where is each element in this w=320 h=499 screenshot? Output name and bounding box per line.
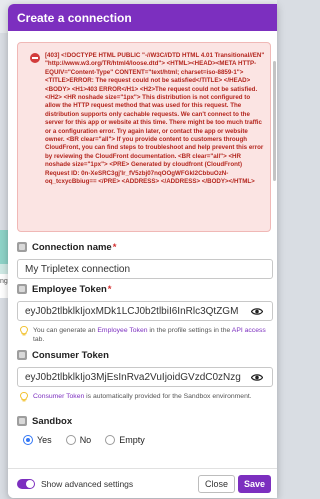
lightbulb-icon: [19, 391, 30, 405]
connection-name-label: Connection name: [32, 241, 112, 253]
consumer-token-link[interactable]: Consumer Token: [33, 393, 84, 400]
employee-token-field: Employee Token * eyJ0b2tlbklkIjoxMDk1LCJ…: [17, 282, 273, 344]
connection-name-input[interactable]: My Tripletex connection: [17, 259, 273, 279]
required-marker: *: [112, 241, 117, 253]
consumer-token-field: Consumer Token eyJ0b2tlbklkIjo3MjEsInRva…: [17, 348, 273, 405]
sandbox-radio-empty[interactable]: Empty: [105, 435, 145, 445]
error-icon: [30, 53, 40, 63]
employee-token-label: Employee Token: [32, 283, 107, 295]
employee-token-input[interactable]: eyJ0b2tlbklkIjoxMDk1LCJ0b2tlbiI6InRlc3Qt…: [17, 301, 273, 321]
advanced-settings-toggle[interactable]: [17, 478, 35, 489]
error-message: [403] <!DOCTYPE HTML PUBLIC "-//W3C//DTD…: [45, 52, 265, 186]
dialog-body: [403] <!DOCTYPE HTML PUBLIC "-//W3C//DTD…: [8, 31, 277, 468]
error-alert: [403] <!DOCTYPE HTML PUBLIC "-//W3C//DTD…: [17, 42, 271, 232]
advanced-settings-label: Show advanced settings: [41, 478, 134, 489]
employee-token-link[interactable]: Employee Token: [97, 327, 147, 334]
field-toggle-icon[interactable]: [17, 284, 27, 294]
show-password-eye-icon[interactable]: [249, 303, 265, 319]
scrollbar[interactable]: [273, 61, 276, 181]
field-toggle-icon[interactable]: [17, 416, 27, 426]
consumer-token-input[interactable]: eyJ0b2tlbklkIjo3MjEsInRva2VuIjoidGVzdC0z…: [17, 367, 273, 387]
employee-token-hint: You can generate an Employee Token in th…: [17, 325, 273, 344]
save-button[interactable]: Save: [237, 474, 271, 493]
create-connection-dialog: Create a connection [403] <!DOCTYPE HTML…: [8, 4, 277, 498]
field-toggle-icon[interactable]: [17, 350, 27, 360]
lightbulb-icon: [19, 325, 30, 344]
consumer-token-hint: Consumer Token is automatically provided…: [17, 391, 273, 405]
close-button[interactable]: Close: [197, 474, 235, 493]
field-toggle-icon[interactable]: [17, 242, 27, 252]
sandbox-field: Sandbox Yes No Empty: [17, 414, 273, 445]
dialog-title: Create a connection: [8, 4, 277, 31]
required-marker: *: [107, 283, 112, 295]
connection-name-field: Connection name * My Tripletex connectio…: [17, 240, 273, 279]
api-access-link[interactable]: API access: [232, 327, 266, 334]
sandbox-radio-group: Yes No Empty: [23, 435, 273, 445]
dialog-footer: Show advanced settings Close Save: [8, 468, 277, 498]
sandbox-label: Sandbox: [32, 415, 73, 427]
consumer-token-label: Consumer Token: [32, 349, 109, 361]
show-password-eye-icon[interactable]: [249, 369, 265, 385]
sandbox-radio-no[interactable]: No: [65, 435, 91, 445]
sandbox-radio-yes[interactable]: Yes: [23, 435, 52, 445]
